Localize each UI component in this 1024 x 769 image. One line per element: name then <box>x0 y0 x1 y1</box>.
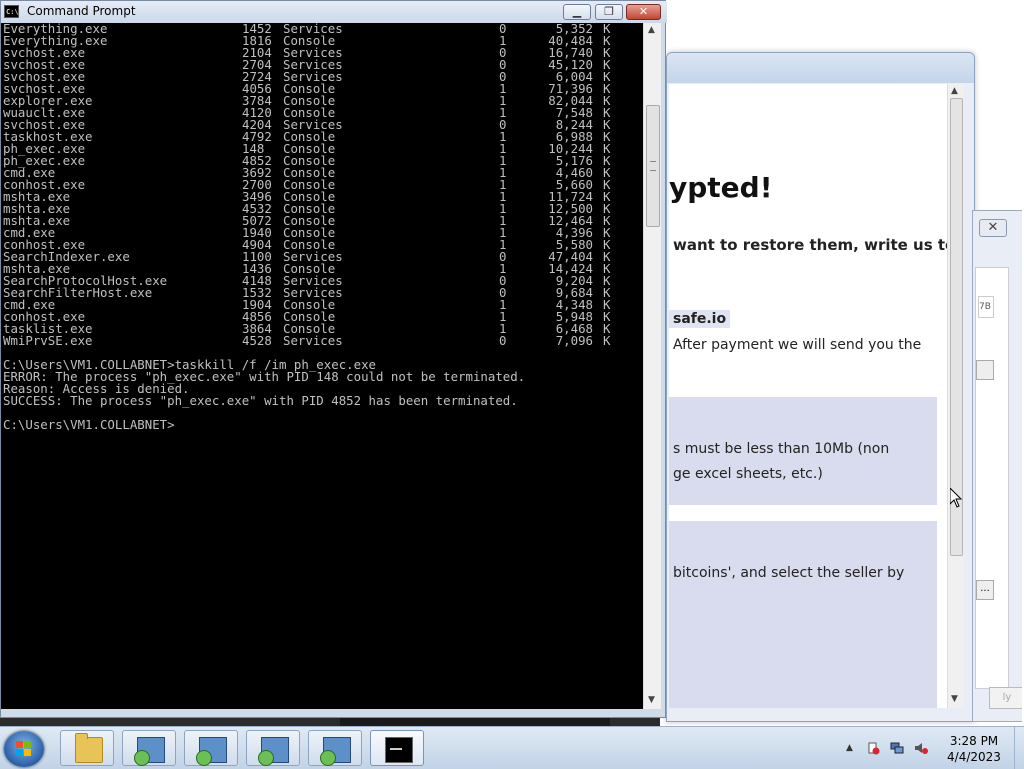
taskbar-vm-button-2[interactable] <box>184 730 238 766</box>
windows-logo-icon <box>16 741 32 757</box>
scroll-thumb[interactable] <box>646 105 660 227</box>
vm-icon <box>134 737 165 766</box>
ransom-info-box-1: s must be less than 10Mb (non ge excel s… <box>669 397 937 505</box>
taskbar-vm-button-4[interactable] <box>308 730 362 766</box>
taskbar-explorer-button[interactable] <box>60 730 114 766</box>
vm-icon <box>258 737 289 766</box>
process-name: WmiPrvSE.exe <box>3 333 93 348</box>
dialog-button[interactable] <box>976 360 994 380</box>
scroll-down-arrow-icon[interactable]: ▼ <box>648 695 655 705</box>
maximize-button[interactable]: ❐ <box>595 4 623 20</box>
taskbar-vm-button-3[interactable] <box>246 730 300 766</box>
taskbar-clock[interactable]: 3:28 PM 4/4/2023 <box>942 733 1006 765</box>
cmd-window-title: Command Prompt <box>27 4 136 18</box>
grip-icon <box>650 161 656 171</box>
console-line: SUCCESS: The process "ph_exec.exe" with … <box>1 393 643 408</box>
network-icon[interactable] <box>890 741 904 755</box>
ransom-titlebar[interactable] <box>667 53 974 83</box>
show-hidden-icons-icon[interactable]: ▲ <box>846 743 853 753</box>
ransom-line-restore: want to restore them, write us to <box>673 236 949 254</box>
process-mem: 7,096 <box>555 333 593 348</box>
show-desktop-button[interactable] <box>1014 727 1024 769</box>
process-num: 0 <box>499 333 507 348</box>
cmd-window-icon[interactable]: C:\ <box>4 5 19 18</box>
command-prompt-window[interactable]: C:\ Command Prompt ▁ ❐ ✕ Everything.exe 1… <box>0 0 667 718</box>
close-icon: ✕ <box>638 5 649 18</box>
vm-icon <box>196 737 227 766</box>
dialog-apply-button[interactable]: ly <box>989 687 1024 709</box>
mouse-cursor-icon <box>950 488 962 508</box>
minimize-button[interactable]: ▁ <box>563 4 591 20</box>
process-unit: K <box>603 333 611 348</box>
taskbar-cmd-button[interactable] <box>370 730 424 766</box>
close-button[interactable]: ✕ <box>626 4 661 20</box>
scroll-up-arrow-icon[interactable]: ▲ <box>648 25 655 35</box>
scroll-down-arrow-icon[interactable]: ▼ <box>951 694 958 704</box>
volume-muted-icon[interactable] <box>914 741 928 755</box>
system-tray: ▲ 3:28 PM 4/4/2023 <box>842 727 1024 769</box>
clock-time: 3:28 PM <box>949 734 999 748</box>
ransom-note-content: ypted! want to restore them, write us to… <box>669 84 949 708</box>
ransom-line-size: s must be less than 10Mb (non <box>673 441 890 457</box>
ransom-line-excel: ge excel sheets, etc.) <box>673 466 823 482</box>
dialog-panel: 7B ... <box>975 267 1009 689</box>
action-center-icon[interactable] <box>866 741 880 755</box>
cmd-titlebar[interactable]: C:\ Command Prompt ▁ ❐ ✕ <box>1 1 667 23</box>
process-pid: 4528 <box>242 333 272 348</box>
process-row: WmiPrvSE.exe 4528 Services 0 7,096 K <box>1 333 643 348</box>
clock-date: 4/4/2023 <box>947 750 1001 764</box>
ransom-email-line: safe.io <box>669 310 731 328</box>
console-line-text: C:\Users\VM1.COLLABNET> <box>3 417 175 432</box>
ransom-line-bitcoin: bitcoins', and select the seller by <box>673 565 905 581</box>
console-output[interactable]: Everything.exe 1452 Services 0 5,352 K Everyth… <box>1 23 643 709</box>
cmd-icon <box>385 737 413 763</box>
start-button[interactable] <box>4 731 44 767</box>
console-line: C:\Users\VM1.COLLABNET> <box>1 417 643 432</box>
maximize-icon: ❐ <box>604 5 614 18</box>
ransom-line-payment: After payment we will send you the <box>673 337 922 353</box>
console-line-text: SUCCESS: The process "ph_exec.exe" with … <box>3 393 518 408</box>
scroll-up-arrow-icon[interactable]: ▲ <box>951 86 958 96</box>
folder-icon <box>75 733 103 763</box>
dialog-close-button[interactable]: ✕ <box>979 219 1007 237</box>
ransom-email[interactable]: safe.io <box>669 310 731 328</box>
cmd-scrollbar[interactable]: ▲ ▼ <box>643 23 661 709</box>
dialog-browse-button[interactable]: ... <box>976 580 994 600</box>
ransom-heading: ypted! <box>669 171 773 204</box>
ransom-info-box-2: bitcoins', and select the seller by <box>669 521 937 708</box>
taskbar: ▲ 3:28 PM 4/4/2023 <box>0 726 1024 769</box>
minimize-icon: ▁ <box>572 5 582 18</box>
ransom-scrollbar[interactable]: ▲ ▼ <box>947 84 964 708</box>
vm-icon <box>320 737 351 766</box>
process-session: Services <box>283 333 343 348</box>
background-dialog[interactable]: ✕ 7B ... ly <box>972 210 1024 722</box>
taskbar-vm-button-1[interactable] <box>122 730 176 766</box>
dialog-field[interactable]: 7B <box>978 296 994 318</box>
